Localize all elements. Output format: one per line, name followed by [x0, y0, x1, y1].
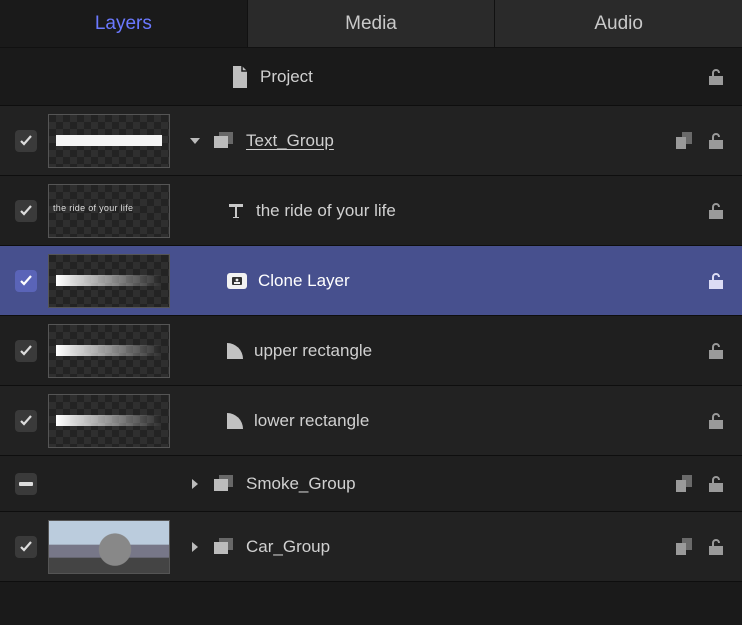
layer-label[interactable]: the ride of your life	[256, 201, 396, 221]
lock-icon[interactable]	[706, 131, 728, 151]
row-clone-layer[interactable]: Clone Layer	[0, 246, 742, 316]
row-car-group[interactable]: Car_Group	[0, 512, 742, 582]
lock-icon[interactable]	[706, 411, 728, 431]
group-label[interactable]: Smoke_Group	[246, 474, 356, 494]
visibility-checkbox[interactable]	[15, 200, 37, 222]
disclosure-triangle[interactable]	[186, 477, 204, 491]
row-text-layer[interactable]: the ride of your life the ride of your l…	[0, 176, 742, 246]
tab-label: Audio	[594, 13, 643, 35]
visibility-checkbox[interactable]	[15, 473, 37, 495]
layer-label[interactable]: lower rectangle	[254, 411, 369, 431]
row-smoke-group[interactable]: Smoke_Group	[0, 456, 742, 512]
lock-icon[interactable]	[706, 201, 728, 221]
blend-icon[interactable]	[676, 132, 698, 150]
row-upper-rectangle[interactable]: upper rectangle	[0, 316, 742, 386]
visibility-checkbox[interactable]	[15, 270, 37, 292]
visibility-checkbox[interactable]	[15, 340, 37, 362]
thumbnail	[48, 114, 170, 168]
group-icon	[214, 475, 236, 493]
lock-icon[interactable]	[706, 341, 728, 361]
group-icon	[214, 132, 236, 150]
disclosure-triangle[interactable]	[186, 540, 204, 554]
row-project[interactable]: Project	[0, 48, 742, 106]
lock-icon[interactable]	[706, 474, 728, 494]
thumbnail	[48, 394, 170, 448]
shape-icon	[226, 342, 244, 360]
thumbnail	[48, 324, 170, 378]
lock-icon[interactable]	[706, 537, 728, 557]
tab-label: Layers	[95, 13, 152, 35]
clone-icon	[226, 271, 248, 291]
disclosure-triangle[interactable]	[186, 134, 204, 148]
lock-icon[interactable]	[706, 67, 728, 87]
project-label: Project	[260, 67, 313, 87]
blend-icon[interactable]	[676, 475, 698, 493]
layer-label[interactable]: upper rectangle	[254, 341, 372, 361]
visibility-checkbox[interactable]	[15, 410, 37, 432]
layer-label[interactable]: Clone Layer	[258, 271, 350, 291]
project-icon	[230, 66, 250, 88]
blend-icon[interactable]	[676, 538, 698, 556]
text-icon	[226, 201, 246, 221]
shape-icon	[226, 412, 244, 430]
row-lower-rectangle[interactable]: lower rectangle	[0, 386, 742, 456]
visibility-checkbox[interactable]	[15, 130, 37, 152]
thumbnail: the ride of your life	[48, 184, 170, 238]
layers-panel: Project Text_Group	[0, 48, 742, 582]
group-label[interactable]: Car_Group	[246, 537, 330, 557]
lock-icon[interactable]	[706, 271, 728, 291]
tab-layers[interactable]: Layers	[0, 0, 248, 47]
thumbnail	[48, 254, 170, 308]
group-icon	[214, 538, 236, 556]
visibility-checkbox[interactable]	[15, 536, 37, 558]
row-text-group[interactable]: Text_Group	[0, 106, 742, 176]
tab-label: Media	[345, 13, 397, 35]
tab-bar: Layers Media Audio	[0, 0, 742, 48]
tab-media[interactable]: Media	[248, 0, 496, 47]
group-label[interactable]: Text_Group	[246, 131, 334, 151]
thumbnail	[48, 520, 170, 574]
tab-audio[interactable]: Audio	[495, 0, 742, 47]
